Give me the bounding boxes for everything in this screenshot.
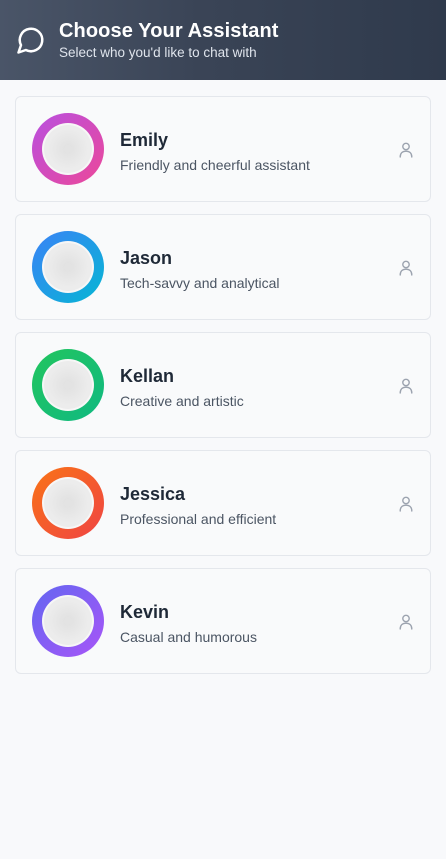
assistant-card-emily[interactable]: Emily Friendly and cheerful assistant (15, 96, 431, 202)
assistant-description: Professional and efficient (120, 511, 277, 527)
user-icon (399, 260, 413, 276)
chat-bubble-icon (16, 25, 46, 55)
header-text: Choose Your Assistant Select who you'd l… (59, 19, 279, 62)
app-header: Choose Your Assistant Select who you'd l… (0, 0, 446, 80)
user-icon (399, 614, 413, 630)
assistant-description: Creative and artistic (120, 393, 244, 409)
assistant-description: Casual and humorous (120, 629, 257, 645)
assistant-name: Emily (120, 130, 169, 150)
page-title: Choose Your Assistant (59, 19, 279, 42)
assistant-name: Jason (120, 248, 173, 268)
assistant-card-kellan[interactable]: Kellan Creative and artistic (15, 332, 431, 438)
avatar (32, 467, 104, 539)
user-icon (399, 378, 413, 394)
user-icon (399, 142, 413, 158)
assistant-name: Kellan (120, 366, 175, 386)
avatar (32, 585, 104, 657)
user-icon (399, 496, 413, 512)
assistant-name: Kevin (120, 602, 170, 622)
assistant-name: Jessica (120, 484, 186, 504)
assistant-card-kevin[interactable]: Kevin Casual and humorous (15, 568, 431, 674)
assistant-description: Friendly and cheerful assistant (120, 157, 310, 173)
avatar (32, 113, 104, 185)
assistant-card-jason[interactable]: Jason Tech-savvy and analytical (15, 214, 431, 320)
page-subtitle: Select who you'd like to chat with (59, 44, 257, 60)
assistant-description: Tech-savvy and analytical (120, 275, 280, 291)
avatar (32, 349, 104, 421)
avatar (32, 231, 104, 303)
assistant-card-jessica[interactable]: Jessica Professional and efficient (15, 450, 431, 556)
assistant-list: Emily Friendly and cheerful assistant Ja… (15, 96, 431, 686)
